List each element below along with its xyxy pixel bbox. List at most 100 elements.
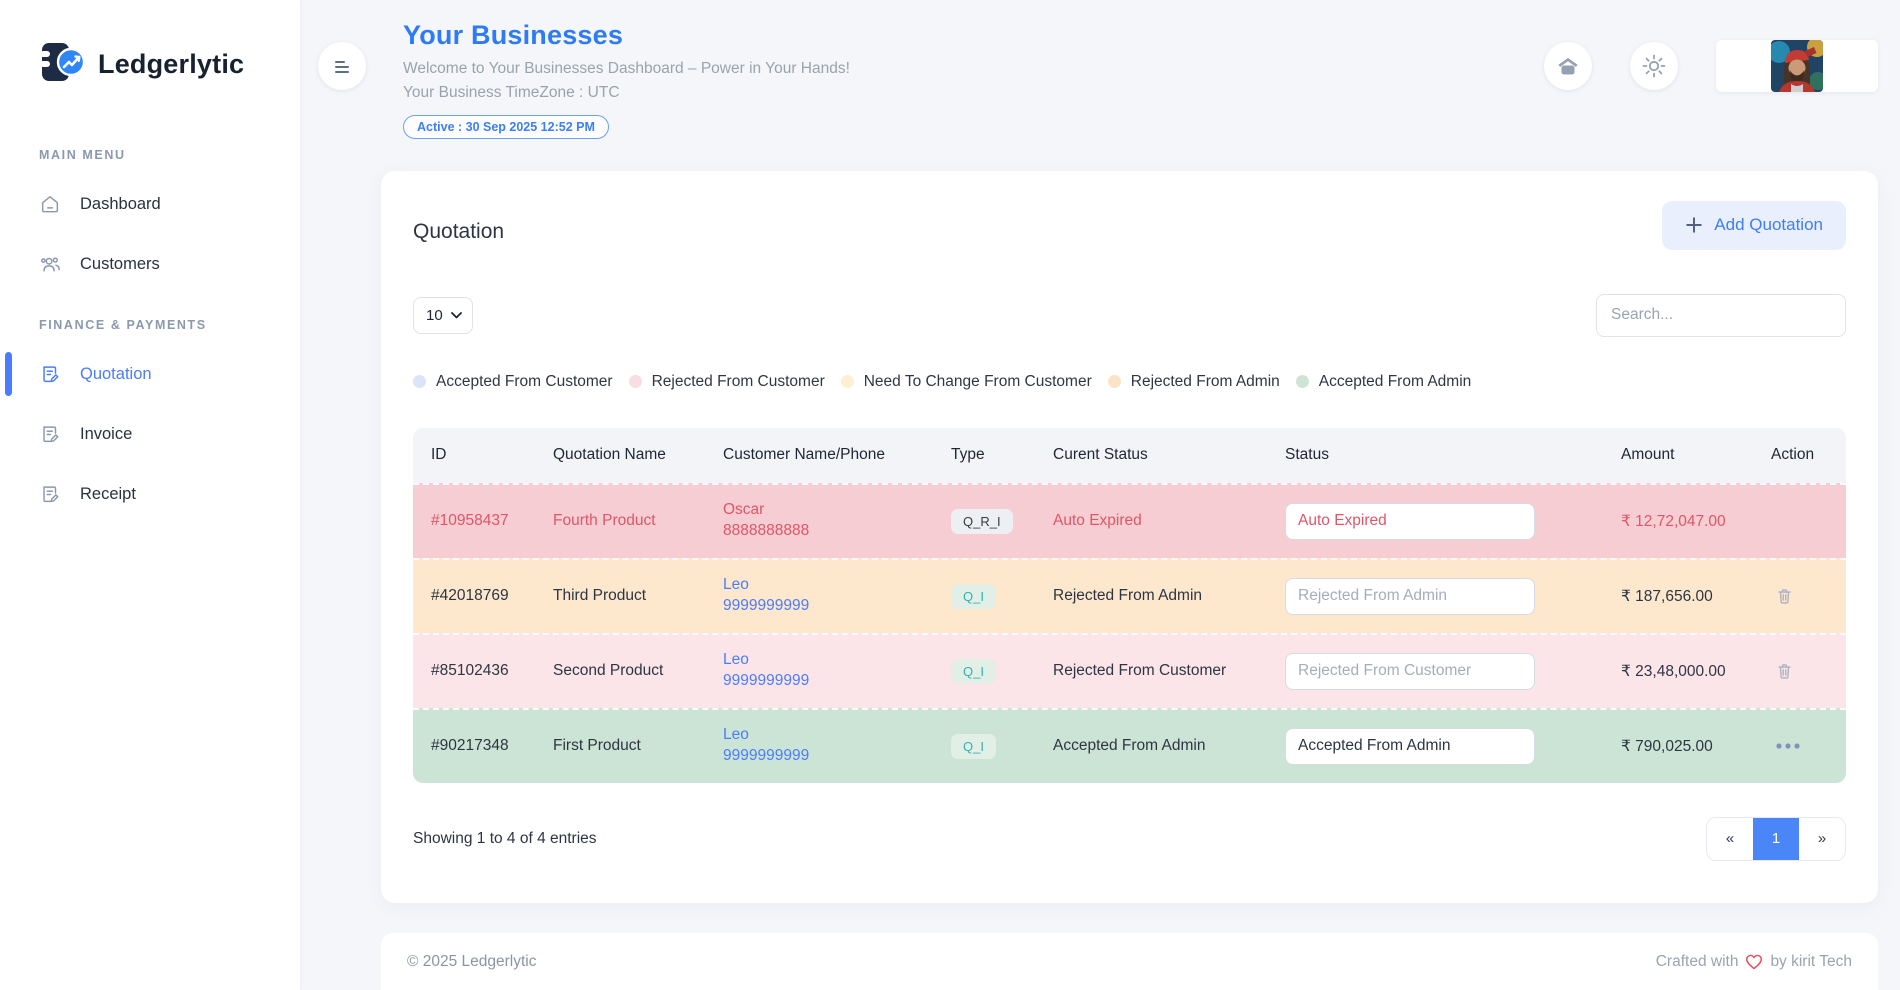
column-header-customer: Customer Name/Phone (723, 446, 951, 464)
pagination-page-1[interactable]: 1 (1753, 818, 1799, 860)
main-content: Your Businesses Welcome to Your Business… (300, 0, 1900, 990)
cell-id: #90217348 (431, 737, 553, 755)
sidebar-item-label: Invoice (80, 425, 132, 444)
cell-status (1285, 653, 1621, 690)
theme-toggle-button[interactable] (1630, 42, 1678, 90)
app-root: Ledgerlytic MAIN MENU Dashboard Cus (0, 0, 1900, 990)
legend-dot (629, 375, 642, 388)
status-input[interactable] (1285, 728, 1535, 765)
cell-quotation-name: First Product (553, 737, 723, 755)
pagination-prev-button[interactable]: « (1707, 818, 1753, 860)
legend-item: Accepted From Admin (1296, 373, 1471, 391)
brand-logo-icon (40, 40, 86, 89)
page-size-select[interactable]: 10 (413, 297, 473, 334)
status-input[interactable] (1285, 578, 1535, 615)
column-header-quotation-name: Quotation Name (553, 446, 723, 464)
customer-phone: 9999999999 (723, 671, 951, 692)
active-session-badge: Active : 30 Sep 2025 12:52 PM (403, 115, 609, 139)
chevron-down-icon (451, 312, 462, 319)
nav-section-main-menu: MAIN MENU (0, 148, 300, 162)
status-input[interactable] (1285, 653, 1535, 690)
sidebar-item-label: Dashboard (80, 195, 161, 214)
page-subtitle: Welcome to Your Businesses Dashboard – P… (403, 60, 850, 79)
table-row: #85102436 Second Product Leo 9999999999 … (413, 633, 1846, 708)
legend-item: Rejected From Customer (629, 373, 825, 391)
cell-type: Q_I (951, 584, 1053, 609)
legend-dot (413, 375, 426, 388)
sidebar-item-invoice[interactable]: Invoice (0, 410, 300, 458)
copyright-text: © 2025 Ledgerlytic (407, 953, 536, 971)
column-header-amount: Amount (1621, 446, 1771, 464)
table-header-row: ID Quotation Name Customer Name/Phone Ty… (413, 428, 1846, 483)
cell-status (1285, 503, 1621, 540)
user-menu[interactable] (1716, 40, 1878, 92)
quotation-card: Quotation Add Quotation 10 (381, 171, 1878, 903)
cell-type: Q_I (951, 659, 1053, 684)
home-icon (39, 193, 61, 215)
page-size-value: 10 (426, 307, 443, 324)
document-edit-icon (39, 483, 61, 505)
delete-button[interactable] (1771, 582, 1798, 610)
crafted-by-text: Crafted with by kirit Tech (1656, 953, 1852, 971)
cell-current-status: Rejected From Customer (1053, 662, 1285, 680)
cell-amount: ₹ 12,72,047.00 (1621, 512, 1771, 531)
cell-type: Q_I (951, 734, 1053, 759)
delete-button[interactable] (1771, 657, 1798, 685)
legend-label: Accepted From Customer (436, 373, 613, 391)
legend-dot (1296, 375, 1309, 388)
cell-status (1285, 578, 1621, 615)
cell-action (1771, 738, 1828, 754)
add-quotation-label: Add Quotation (1714, 215, 1823, 235)
status-legend: Accepted From Customer Rejected From Cus… (413, 373, 1846, 391)
trash-icon (1775, 586, 1794, 606)
customer-name: Leo (723, 725, 951, 746)
topbar: Your Businesses Welcome to Your Business… (318, 20, 1878, 139)
cell-quotation-name: Fourth Product (553, 512, 723, 530)
cell-type: Q_R_I (951, 509, 1053, 534)
add-quotation-button[interactable]: Add Quotation (1662, 201, 1846, 250)
search-input[interactable] (1596, 294, 1846, 337)
avatar (1771, 40, 1823, 92)
pagination-next-button[interactable]: » (1799, 818, 1845, 860)
cell-current-status: Accepted From Admin (1053, 737, 1285, 755)
legend-label: Accepted From Admin (1319, 373, 1471, 391)
brand[interactable]: Ledgerlytic (0, 38, 300, 90)
table-row: #42018769 Third Product Leo 9999999999 Q… (413, 558, 1846, 633)
cell-action (1771, 582, 1828, 610)
type-badge: Q_R_I (951, 509, 1013, 534)
cell-id: #85102436 (431, 662, 553, 680)
home-button[interactable] (1544, 42, 1592, 90)
status-input[interactable] (1285, 503, 1535, 540)
quotation-table: ID Quotation Name Customer Name/Phone Ty… (413, 428, 1846, 783)
sidebar-item-quotation[interactable]: Quotation (0, 350, 300, 398)
trash-icon (1775, 661, 1794, 681)
sidebar-item-customers[interactable]: Customers (0, 240, 300, 288)
cell-id: #42018769 (431, 587, 553, 605)
legend-label: Rejected From Customer (652, 373, 825, 391)
sidebar-item-dashboard[interactable]: Dashboard (0, 180, 300, 228)
customer-name: Oscar (723, 500, 951, 521)
sun-icon (1641, 53, 1667, 79)
legend-dot (1108, 375, 1121, 388)
crafted-suffix: by kirit Tech (1770, 953, 1852, 971)
document-edit-icon (39, 423, 61, 445)
cell-current-status: Rejected From Admin (1053, 587, 1285, 605)
legend-dot (841, 375, 854, 388)
menu-icon (330, 54, 354, 78)
type-badge: Q_I (951, 659, 996, 684)
sidebar-toggle-button[interactable] (318, 42, 366, 90)
customer-phone: 8888888888 (723, 521, 951, 542)
table-row: #10958437 Fourth Product Oscar 888888888… (413, 483, 1846, 558)
entries-summary: Showing 1 to 4 of 4 entries (413, 830, 597, 848)
sidebar: Ledgerlytic MAIN MENU Dashboard Cus (0, 0, 300, 990)
page-header: Your Businesses Welcome to Your Business… (403, 20, 850, 139)
sidebar-item-receipt[interactable]: Receipt (0, 470, 300, 518)
document-edit-icon (39, 363, 61, 385)
column-header-current-status: Curent Status (1053, 446, 1285, 464)
ellipsis-icon (1775, 742, 1801, 750)
sidebar-item-label: Customers (80, 255, 160, 274)
cell-action (1771, 657, 1828, 685)
more-actions-button[interactable] (1771, 738, 1805, 754)
column-header-type: Type (951, 446, 1053, 464)
timezone-text: Your Business TimeZone : UTC (403, 84, 850, 102)
